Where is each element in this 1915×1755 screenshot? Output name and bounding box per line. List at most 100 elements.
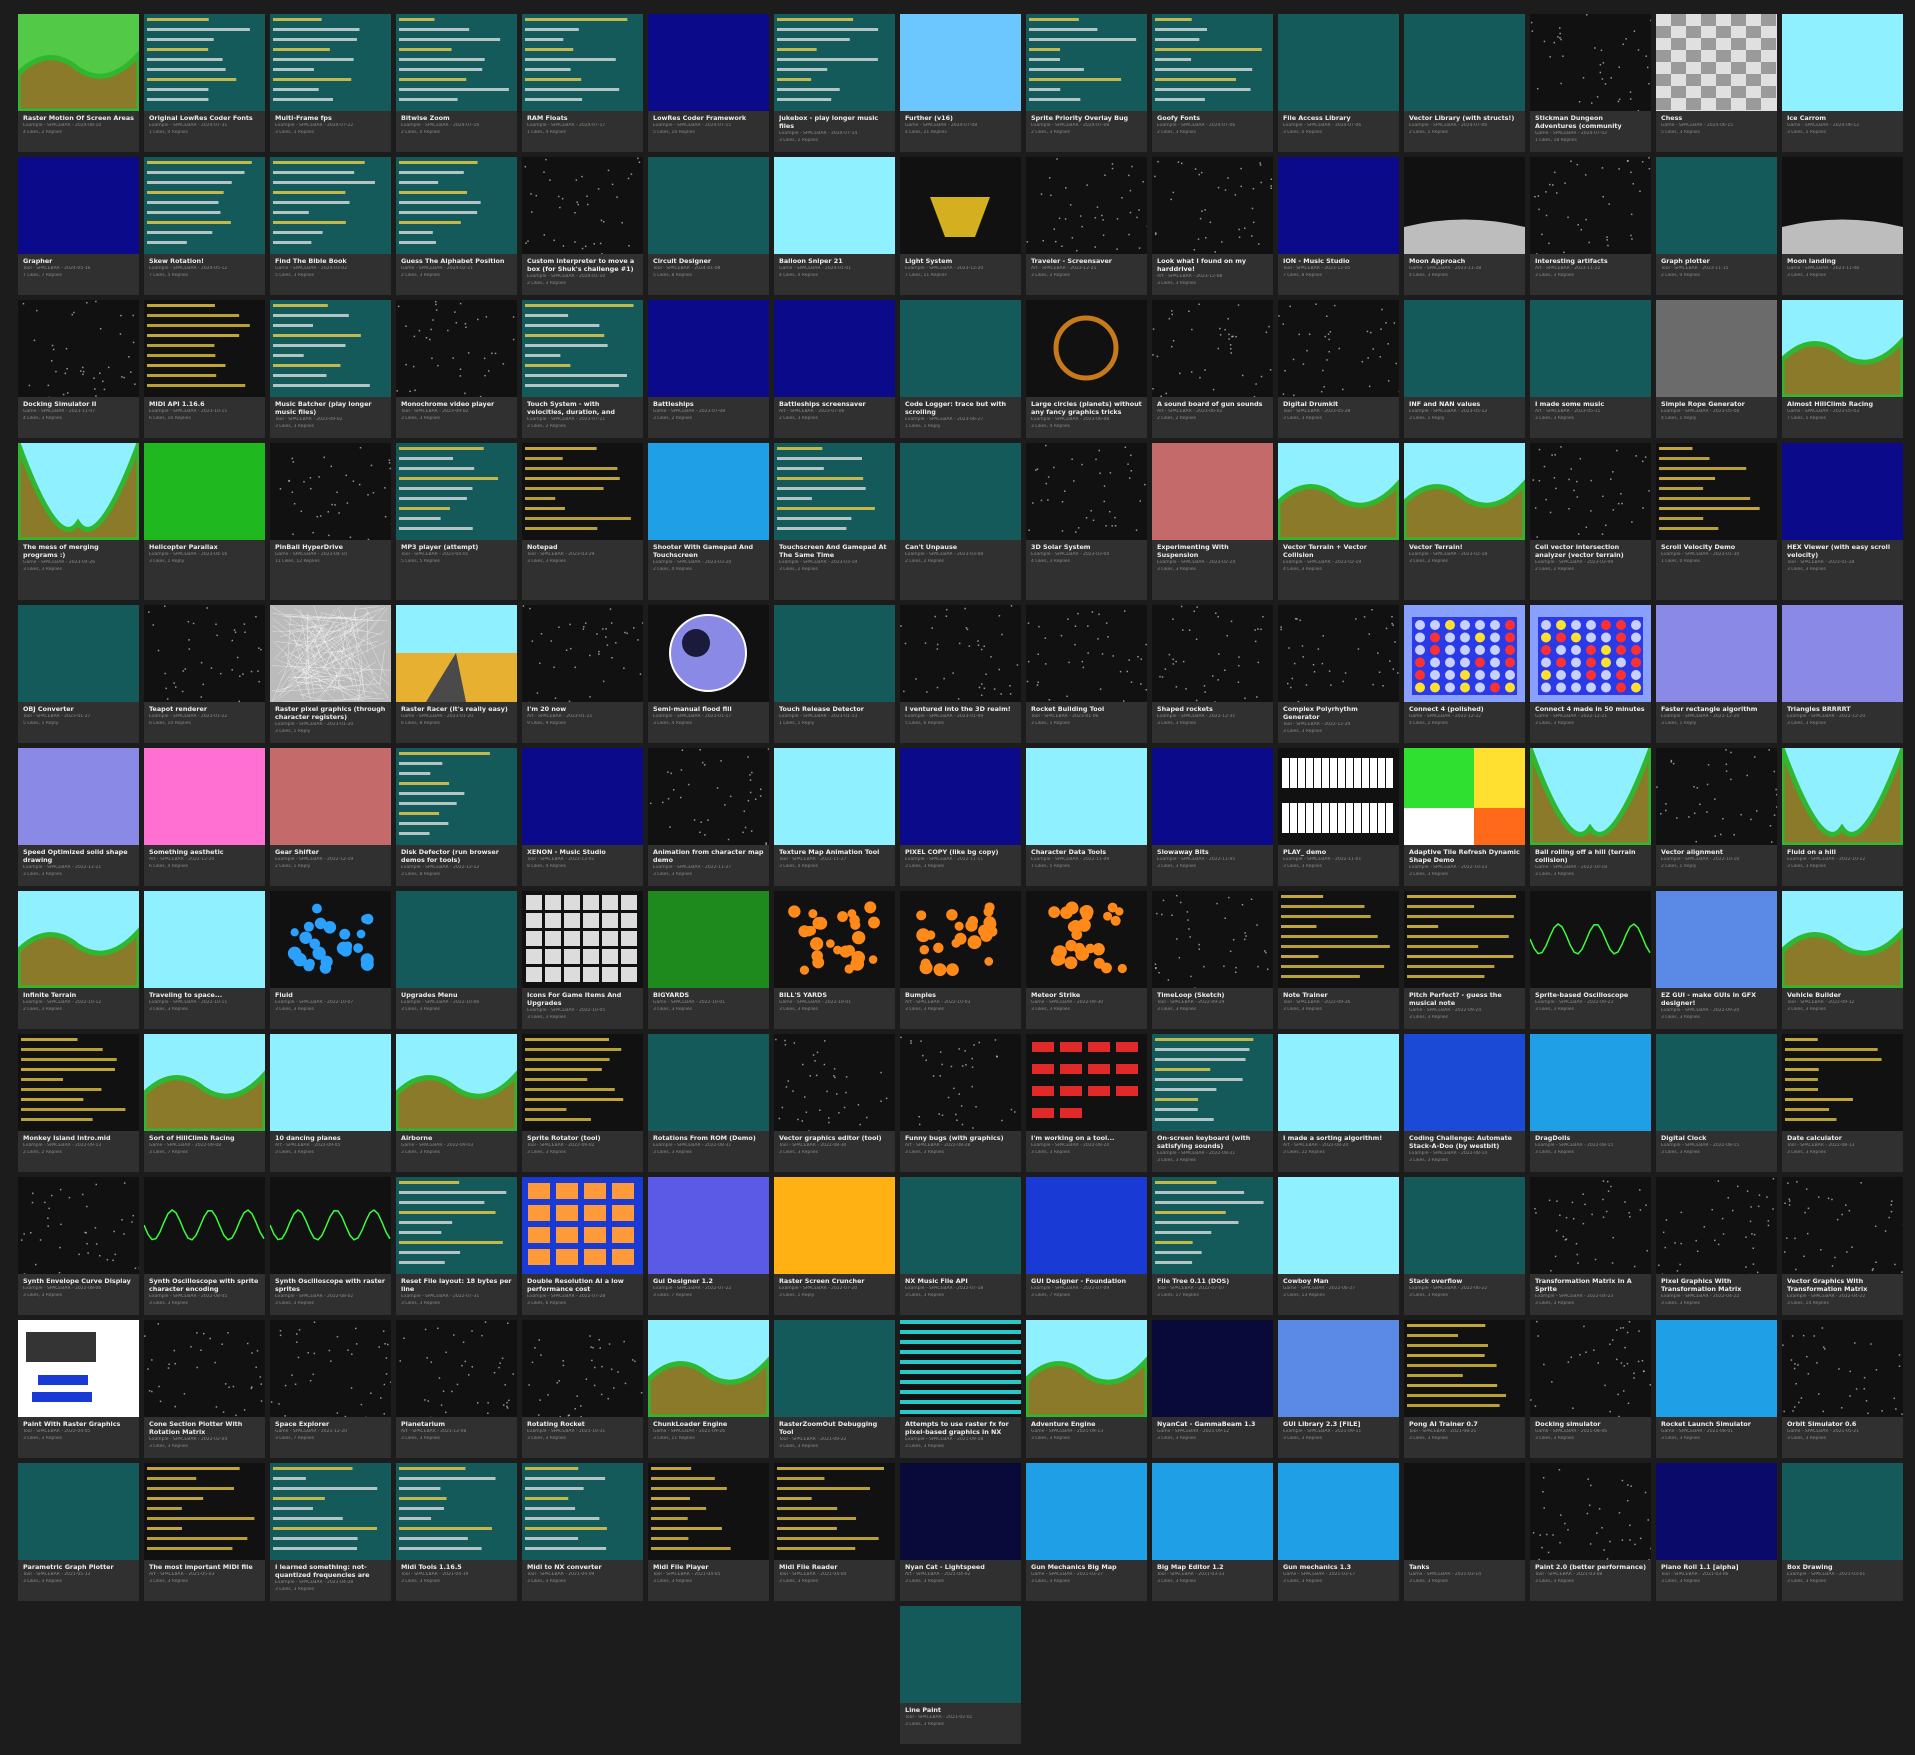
program-card[interactable]: Piano Roll 1.1 [alpha] Tool - SPACEBAR -…	[1656, 1463, 1777, 1601]
program-title[interactable]: 10 dancing planes	[275, 1134, 386, 1142]
program-card[interactable]: Bumpies Art - SPACEBAR - 2022-10-03 3 Li…	[900, 891, 1021, 1029]
program-thumbnail[interactable]	[1278, 443, 1399, 540]
program-thumbnail[interactable]	[270, 300, 391, 397]
program-title[interactable]: ChunkLoader Engine	[653, 1420, 764, 1428]
program-card[interactable]: Midi Tools 1.16.5 Tool - SPACEBAR - 2021…	[396, 1463, 517, 1601]
program-thumbnail[interactable]	[1404, 891, 1525, 988]
program-thumbnail[interactable]	[1530, 157, 1651, 254]
program-card[interactable]: Custom interpreter to move a box (for Sh…	[522, 157, 643, 295]
program-title[interactable]: Docking simulator	[1535, 1420, 1646, 1428]
program-title[interactable]: Synth Oscilloscope with sprite character…	[149, 1277, 260, 1293]
program-title[interactable]: Vector Terrain + Vector Collision	[1283, 543, 1394, 559]
program-thumbnail[interactable]	[522, 1177, 643, 1274]
program-card[interactable]: Simple Rope Generator Example - SPACEBAR…	[1656, 300, 1777, 438]
program-thumbnail[interactable]	[1278, 14, 1399, 111]
program-title[interactable]: Rocket Launch Simulator	[1661, 1420, 1772, 1428]
program-card[interactable]: GUI Library 2.3 [FILE] Example - SPACEBA…	[1278, 1320, 1399, 1458]
program-card[interactable]: Battleships screensaver Art - SPACEBAR -…	[774, 300, 895, 438]
program-thumbnail[interactable]	[396, 891, 517, 988]
program-card[interactable]: Adaptive Tile Refresh Dynamic Shape Demo…	[1404, 748, 1525, 886]
program-title[interactable]: Complex Polyrhythm Generator	[1283, 705, 1394, 721]
program-title[interactable]: Fluid	[275, 991, 386, 999]
program-card[interactable]: Pitch Perfect? - guess the musical note …	[1404, 891, 1525, 1029]
program-card[interactable]: Multi-Frame fps Example - SPACEBAR - 202…	[270, 14, 391, 152]
program-title[interactable]: Pixel Graphics With Transformation Matri…	[1661, 1277, 1772, 1293]
program-card[interactable]: I'm working on a tool... Example - SPACE…	[1026, 1034, 1147, 1172]
program-title[interactable]: Vector Terrain!	[1409, 543, 1520, 551]
program-title[interactable]: Vehicle Builder	[1787, 991, 1898, 999]
program-title[interactable]: Synth Envelope Curve Display	[23, 1277, 134, 1285]
program-card[interactable]: Disk Defector (run browser demos for too…	[396, 748, 517, 886]
program-card[interactable]: I made some music Art - SPACEBAR - 2023-…	[1530, 300, 1651, 438]
program-thumbnail[interactable]	[522, 891, 643, 988]
program-card[interactable]: Paint With Raster Graphics Tool - SPACEB…	[18, 1320, 139, 1458]
program-card[interactable]: Midi File Player Tool - SPACEBAR - 2021-…	[648, 1463, 769, 1601]
program-card[interactable]: Battleships Game - SPACEBAR - 2023-07-08…	[648, 300, 769, 438]
program-thumbnail[interactable]	[522, 605, 643, 702]
program-card[interactable]: Note Trainer Tool - SPACEBAR - 2022-09-2…	[1278, 891, 1399, 1029]
program-thumbnail[interactable]	[144, 1034, 265, 1131]
program-card[interactable]: File Access Library Example - SPACEBAR -…	[1278, 14, 1399, 152]
program-thumbnail[interactable]	[900, 1320, 1021, 1417]
program-card[interactable]: NyanCat - GammaBeam 1.3 Game - SPACEBAR …	[1152, 1320, 1273, 1458]
program-title[interactable]: MIDI API 1.16.6	[149, 400, 260, 408]
program-card[interactable]: The most important MIDI file Art - SPACE…	[144, 1463, 265, 1601]
program-title[interactable]: Tanks	[1409, 1563, 1520, 1571]
program-title[interactable]: Rocket Building Tool	[1031, 705, 1142, 713]
program-thumbnail[interactable]	[522, 1463, 643, 1560]
program-thumbnail[interactable]	[648, 605, 769, 702]
program-title[interactable]: Paint 2.0 (better performance)	[1535, 1563, 1646, 1571]
program-thumbnail[interactable]	[1278, 1034, 1399, 1131]
program-thumbnail[interactable]	[1152, 14, 1273, 111]
program-title[interactable]: Code Logger: trace but with scrolling	[905, 400, 1016, 416]
program-thumbnail[interactable]	[522, 14, 643, 111]
program-thumbnail[interactable]	[270, 605, 391, 702]
program-card[interactable]: Moon Approach Game - SPACEBAR - 2023-11-…	[1404, 157, 1525, 295]
program-thumbnail[interactable]	[774, 1463, 895, 1560]
program-title[interactable]: Digital Clock	[1661, 1134, 1772, 1142]
program-card[interactable]: Funny bugs (with graphics) Art - SPACEBA…	[900, 1034, 1021, 1172]
program-title[interactable]: Graph plotter	[1661, 257, 1772, 265]
program-thumbnail[interactable]	[1026, 300, 1147, 397]
program-title[interactable]: RAM Floats	[527, 114, 638, 122]
program-title[interactable]: Can't Unpause	[905, 543, 1016, 551]
program-title[interactable]: Date calculator	[1787, 1134, 1898, 1142]
program-thumbnail[interactable]	[1026, 157, 1147, 254]
program-title[interactable]: Funny bugs (with graphics)	[905, 1134, 1016, 1142]
program-card[interactable]: Synth Envelope Curve Display Example - S…	[18, 1177, 139, 1315]
program-card[interactable]: Meteor Strike Game - SPACEBAR - 2022-09-…	[1026, 891, 1147, 1029]
program-card[interactable]: TimeLoop (Sketch) Tool - SPACEBAR - 2022…	[1152, 891, 1273, 1029]
program-card[interactable]: EZ GUI - make GUIs in GFX designer! Exam…	[1656, 891, 1777, 1029]
program-thumbnail[interactable]	[774, 1320, 895, 1417]
program-card[interactable]: Touchscreen And Gamepad At The Same Time…	[774, 443, 895, 600]
program-thumbnail[interactable]	[1152, 1320, 1273, 1417]
program-thumbnail[interactable]	[1656, 443, 1777, 540]
program-card[interactable]: ION - Music Studio Tool - SPACEBAR - 202…	[1278, 157, 1399, 295]
program-thumbnail[interactable]	[396, 14, 517, 111]
program-card[interactable]: Nyan Cat - Lightspeed Art - SPACEBAR - 2…	[900, 1463, 1021, 1601]
program-card[interactable]: Touch Release Detector Example - SPACEBA…	[774, 605, 895, 743]
program-card[interactable]: NX Music File API Example - SPACEBAR - 2…	[900, 1177, 1021, 1315]
program-thumbnail[interactable]	[1278, 157, 1399, 254]
program-card[interactable]: Original LowRes Coder Fonts Example - SP…	[144, 14, 265, 152]
program-card[interactable]: PinBall HyperDrive Game - SPACEBAR - 202…	[270, 443, 391, 600]
program-title[interactable]: GUI Designer - Foundation	[1031, 1277, 1142, 1285]
program-thumbnail[interactable]	[396, 1320, 517, 1417]
program-thumbnail[interactable]	[144, 748, 265, 845]
program-title[interactable]: Faster rectangle algorithm	[1661, 705, 1772, 713]
program-thumbnail[interactable]	[1782, 891, 1903, 988]
program-title[interactable]: Monkey Island Intro.mid	[23, 1134, 134, 1142]
program-card[interactable]: Cowboy Man Game - SPACEBAR - 2022-06-27 …	[1278, 1177, 1399, 1315]
program-title[interactable]: Traveler - Screensaver	[1031, 257, 1142, 265]
program-card[interactable]: Airborne Game - SPACEBAR - 2022-09-03 3 …	[396, 1034, 517, 1172]
program-thumbnail[interactable]	[144, 891, 265, 988]
program-title[interactable]: Note Trainer	[1283, 991, 1394, 999]
program-card[interactable]: Stack overflow Example - SPACEBAR - 2022…	[1404, 1177, 1525, 1315]
program-card[interactable]: Adventure Engine Game - SPACEBAR - 2021-…	[1026, 1320, 1147, 1458]
program-card[interactable]: Almost HillClimb Racing Game - SPACEBAR …	[1782, 300, 1903, 438]
program-thumbnail[interactable]	[1530, 1320, 1651, 1417]
program-title[interactable]: Cell vector intersection analyzer (vecto…	[1535, 543, 1646, 559]
program-title[interactable]: Bumpies	[905, 991, 1016, 999]
program-card[interactable]: Cone Section Plotter With Rotation Matri…	[144, 1320, 265, 1458]
program-title[interactable]: Docking Simulator II	[23, 400, 134, 408]
